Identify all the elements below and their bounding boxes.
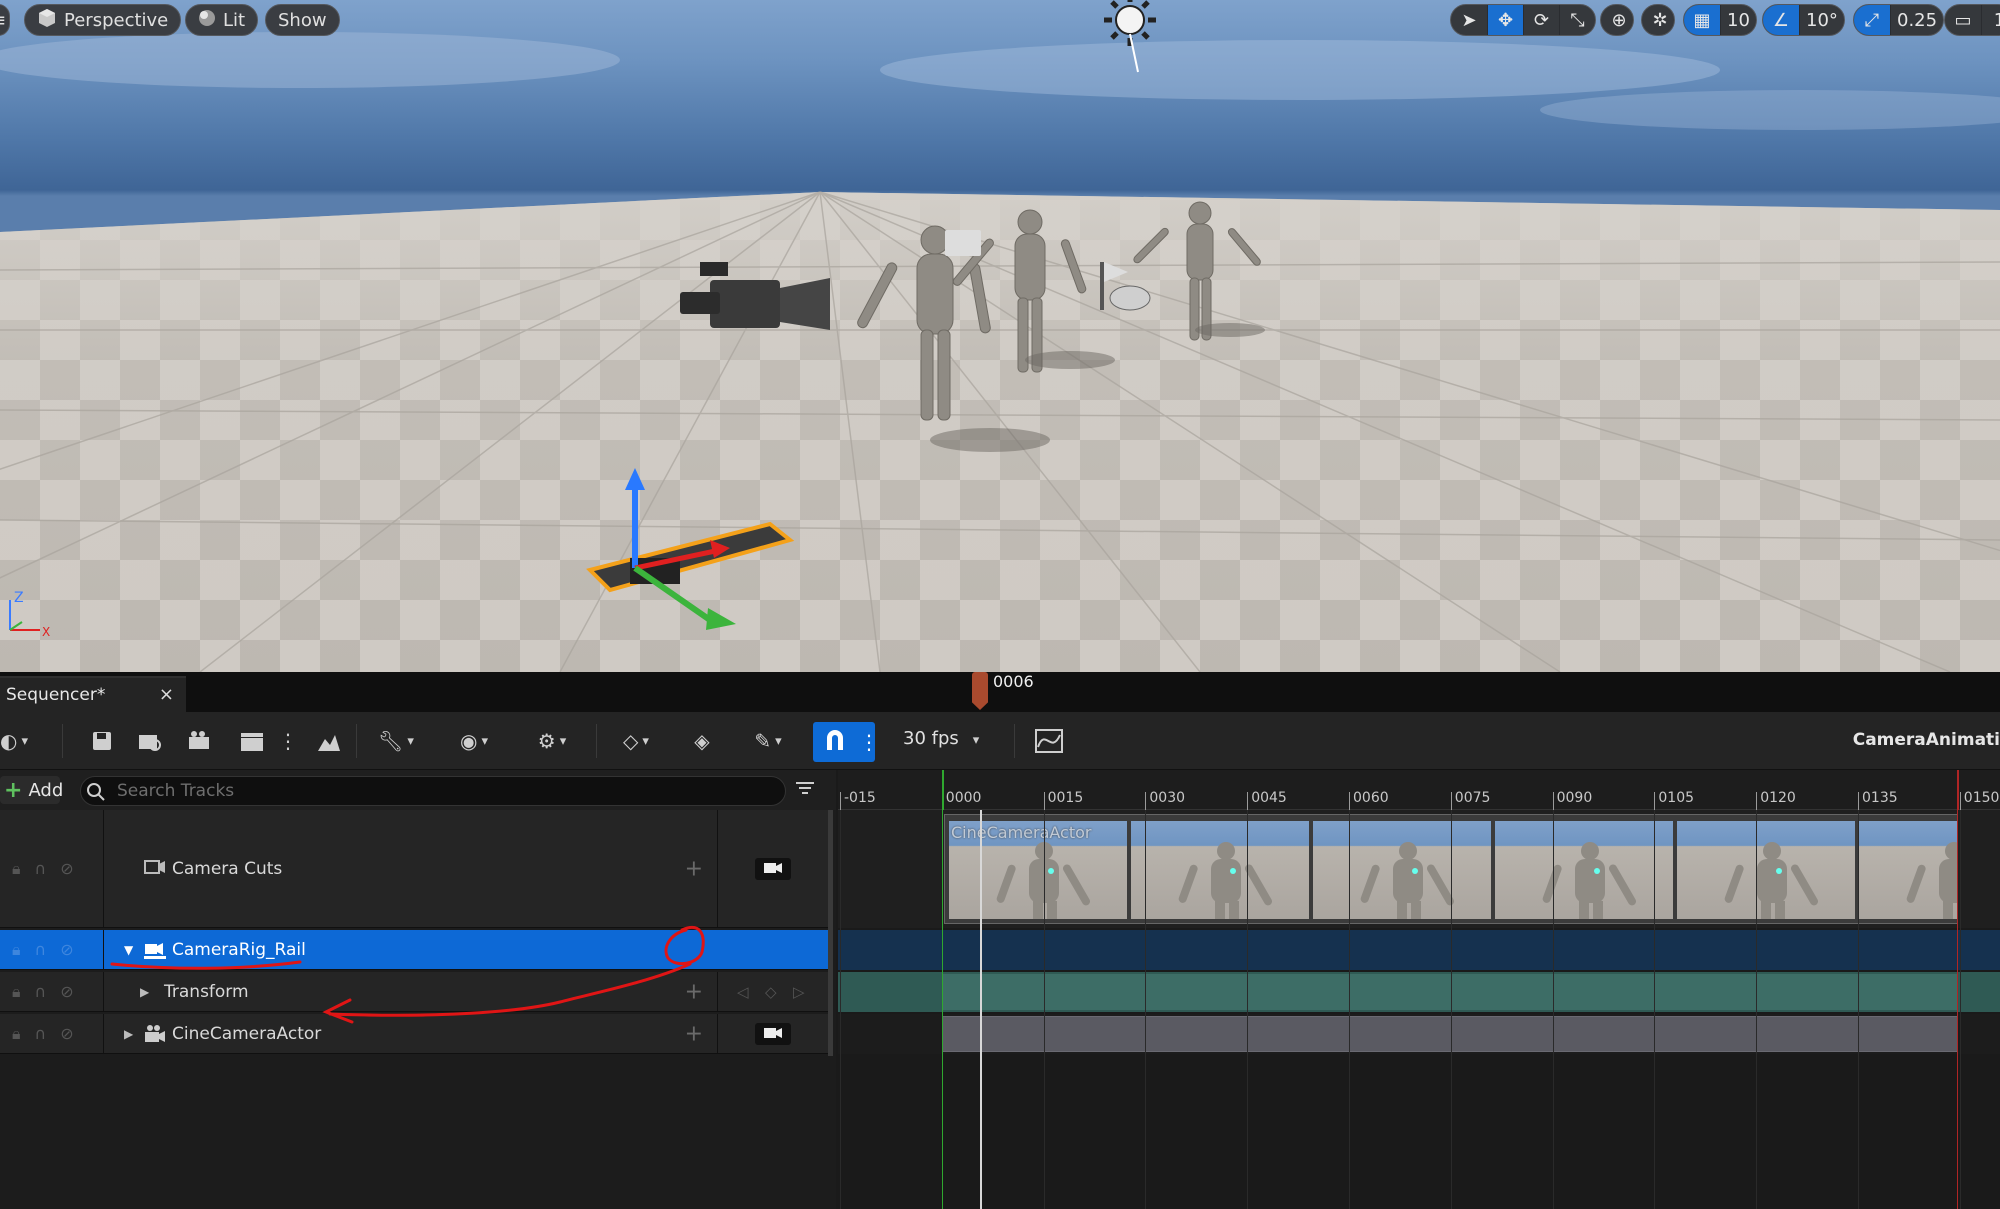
lit-button[interactable]: Lit — [185, 4, 259, 36]
viewport-scene: Z X — [0, 0, 2000, 672]
scale-icon: ⤡ — [1570, 9, 1585, 31]
grid-snap-value[interactable]: 10 — [1720, 5, 1756, 35]
translate-mode-button[interactable]: ✥ — [1487, 5, 1523, 35]
scale-snap-value[interactable]: 0.25 — [1890, 5, 1943, 35]
cursor-icon: ➤ — [1461, 9, 1477, 31]
rotate-icon: ⟳ — [1533, 9, 1550, 31]
rotation-snap-group: ∠ 10° — [1762, 4, 1845, 36]
rotate-mode-button[interactable]: ⟳ — [1523, 5, 1559, 35]
lit-sphere-icon — [198, 9, 216, 32]
grid-icon: ▦ — [1693, 9, 1711, 31]
move-icon: ✥ — [1497, 9, 1514, 31]
scale-mode-button[interactable]: ⤡ — [1559, 5, 1595, 35]
camera-speed-icon: ▭ — [1954, 9, 1972, 31]
grid-snap-toggle[interactable]: ▦ — [1684, 5, 1720, 35]
scale-snap-toggle[interactable]: ⤢ — [1854, 5, 1890, 35]
scale-snap-group: ⤢ 0.25 — [1853, 4, 1945, 36]
show-label: Show — [278, 9, 327, 31]
level-viewport[interactable]: Z X ≡ Perspective Lit Show ➤ ✥ ⟳ ⤡ ⊕ ✲ ▦… — [0, 0, 2000, 672]
lit-label: Lit — [223, 9, 246, 31]
svg-text:Z: Z — [14, 590, 24, 606]
transform-mode-group: ➤ ✥ ⟳ ⤡ — [1450, 4, 1596, 36]
sequencer-panel: Sequencer* × ◐ ▾ ⋮ 🔧︎ ▾ ◉ ▾ ⚙ ▾ ◇ ▾ ◈ ✎ ▾ ⋮ — [0, 672, 2000, 1209]
camera-speed-value: 1 — [1981, 5, 2000, 35]
cube-icon — [37, 8, 57, 33]
rotation-snap-value[interactable]: 10° — [1799, 5, 1844, 35]
show-button[interactable]: Show — [265, 4, 340, 36]
grid-snap-group: ▦ 10 — [1683, 4, 1757, 36]
rotation-snap-toggle[interactable]: ∠ — [1763, 5, 1799, 35]
perspective-button[interactable]: Perspective — [24, 4, 182, 36]
red-annotation — [110, 926, 705, 1024]
globe-icon: ⊕ — [1611, 9, 1627, 31]
perspective-label: Perspective — [64, 9, 169, 31]
svg-text:X: X — [42, 625, 50, 639]
menu-icon: ≡ — [0, 10, 6, 31]
angle-icon: ∠ — [1772, 9, 1790, 31]
select-mode-button[interactable]: ➤ — [1451, 5, 1487, 35]
camera-speed-group[interactable]: ▭ 1 — [1944, 4, 2000, 36]
scale-snap-icon: ⤢ — [1864, 9, 1880, 31]
surface-snap-icon: ✲ — [1652, 9, 1668, 31]
surface-snap-button[interactable]: ✲ — [1641, 4, 1675, 36]
world-local-button[interactable]: ⊕ — [1600, 4, 1634, 36]
